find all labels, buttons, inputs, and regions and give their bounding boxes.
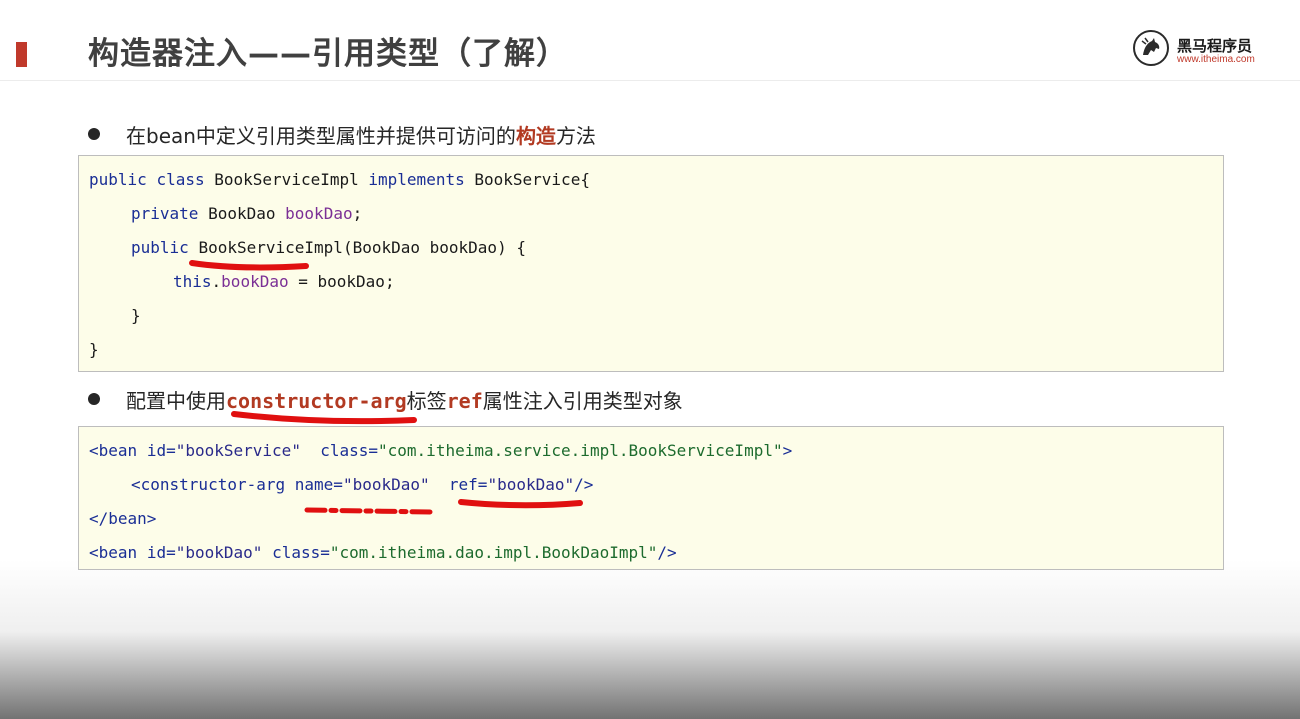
xml-attr: class= xyxy=(320,441,379,460)
keyword: public xyxy=(89,170,147,189)
xml-tag: <constructor-arg xyxy=(131,475,286,494)
underline-constructor-arg xyxy=(231,411,417,425)
code-line-6: } xyxy=(89,340,99,359)
bullet-text-1: 在bean中定义引用类型属性并提供可访问的构造方法 xyxy=(126,120,596,149)
bottom-shadow xyxy=(0,560,1300,719)
keyword: this xyxy=(173,272,212,291)
xml-attr: id= xyxy=(146,543,176,562)
bullet-text-2: 配置中使用constructor-arg标签ref属性注入引用类型对象 xyxy=(126,385,683,414)
interface-name: BookService{ xyxy=(474,170,590,189)
xml-tag: <bean xyxy=(89,441,138,460)
xml-value: "com.itheima.dao.impl.BookDaoImpl" xyxy=(329,543,658,562)
brand-url: www.itheima.com xyxy=(1177,54,1255,65)
page-title: 构造器注入——引用类型（了解） xyxy=(88,36,568,72)
bullet-2-mid: 标签 xyxy=(406,389,447,413)
field-name: bookDao xyxy=(221,272,289,291)
xml-value: "bookService" xyxy=(175,441,301,460)
type-name: BookDao xyxy=(208,204,276,223)
punctuation: . xyxy=(211,272,222,291)
xml-tag: <bean xyxy=(89,543,138,562)
xml-value: "bookDao" xyxy=(175,543,263,562)
xml-tag: /> xyxy=(574,475,594,494)
xml-line-4: <bean id="bookDao" class="com.itheima.da… xyxy=(89,543,677,562)
bullet-2-post: 属性注入引用类型对象 xyxy=(482,389,683,413)
bullet-1-highlight: 构造 xyxy=(515,124,556,148)
xml-line-2: <constructor-arg name="bookDao" ref="boo… xyxy=(131,475,593,494)
constructor-name: BookServiceImpl xyxy=(198,238,343,257)
bullet-2-highlight: constructor-arg xyxy=(226,389,407,413)
xml-tag: /> xyxy=(657,543,677,562)
code-line-1: public class BookServiceImpl implements … xyxy=(89,170,590,189)
field-name: bookDao xyxy=(285,204,353,223)
bullet-1-pre: 在bean中定义引用类型属性并提供可访问的 xyxy=(126,124,516,148)
code-line-4: this.bookDao = bookDao; xyxy=(173,272,395,291)
java-code-block: public class BookServiceImpl implements … xyxy=(78,155,1224,372)
class-name: BookServiceImpl xyxy=(214,170,359,189)
xml-code-block: <bean id="bookService" class="com.itheim… xyxy=(78,426,1224,570)
bullet-2-highlight-2: ref xyxy=(446,389,483,413)
xml-value: "com.itheima.service.impl.BookServiceImp… xyxy=(378,441,783,460)
xml-value: "bookDao" xyxy=(487,475,575,494)
bullet-2-pre: 配置中使用 xyxy=(126,389,226,413)
assignment: = bookDao; xyxy=(288,272,395,291)
code-line-5: } xyxy=(131,306,141,325)
xml-attr: class= xyxy=(272,543,330,562)
bullet-dot xyxy=(88,128,100,140)
xml-tag: > xyxy=(782,441,793,460)
xml-tag: </bean> xyxy=(89,509,157,528)
xml-attr: name= xyxy=(294,475,343,494)
keyword: private xyxy=(131,204,199,223)
bullet-dot xyxy=(88,393,100,405)
title-accent-bar xyxy=(16,42,27,67)
xml-line-1: <bean id="bookService" class="com.itheim… xyxy=(89,441,792,460)
xml-attr: id= xyxy=(146,441,176,460)
horse-logo-icon xyxy=(1133,30,1169,66)
header-divider xyxy=(0,80,1300,81)
code-line-3: public BookServiceImpl(BookDao bookDao) … xyxy=(131,238,526,257)
keyword: class xyxy=(156,170,205,189)
xml-value: "bookDao" xyxy=(342,475,430,494)
constructor-params: (BookDao bookDao) { xyxy=(342,238,526,257)
xml-line-3: </bean> xyxy=(89,509,156,528)
keyword: public xyxy=(131,238,189,257)
punctuation: ; xyxy=(352,204,363,223)
keyword: implements xyxy=(368,170,465,189)
bullet-1-post: 方法 xyxy=(555,124,596,148)
xml-attr: ref= xyxy=(448,475,488,494)
brand-name: 黑马程序员 xyxy=(1177,37,1253,55)
brand-logo: 黑马程序员 www.itheima.com xyxy=(1133,30,1268,70)
code-line-2: private BookDao bookDao; xyxy=(131,204,362,223)
